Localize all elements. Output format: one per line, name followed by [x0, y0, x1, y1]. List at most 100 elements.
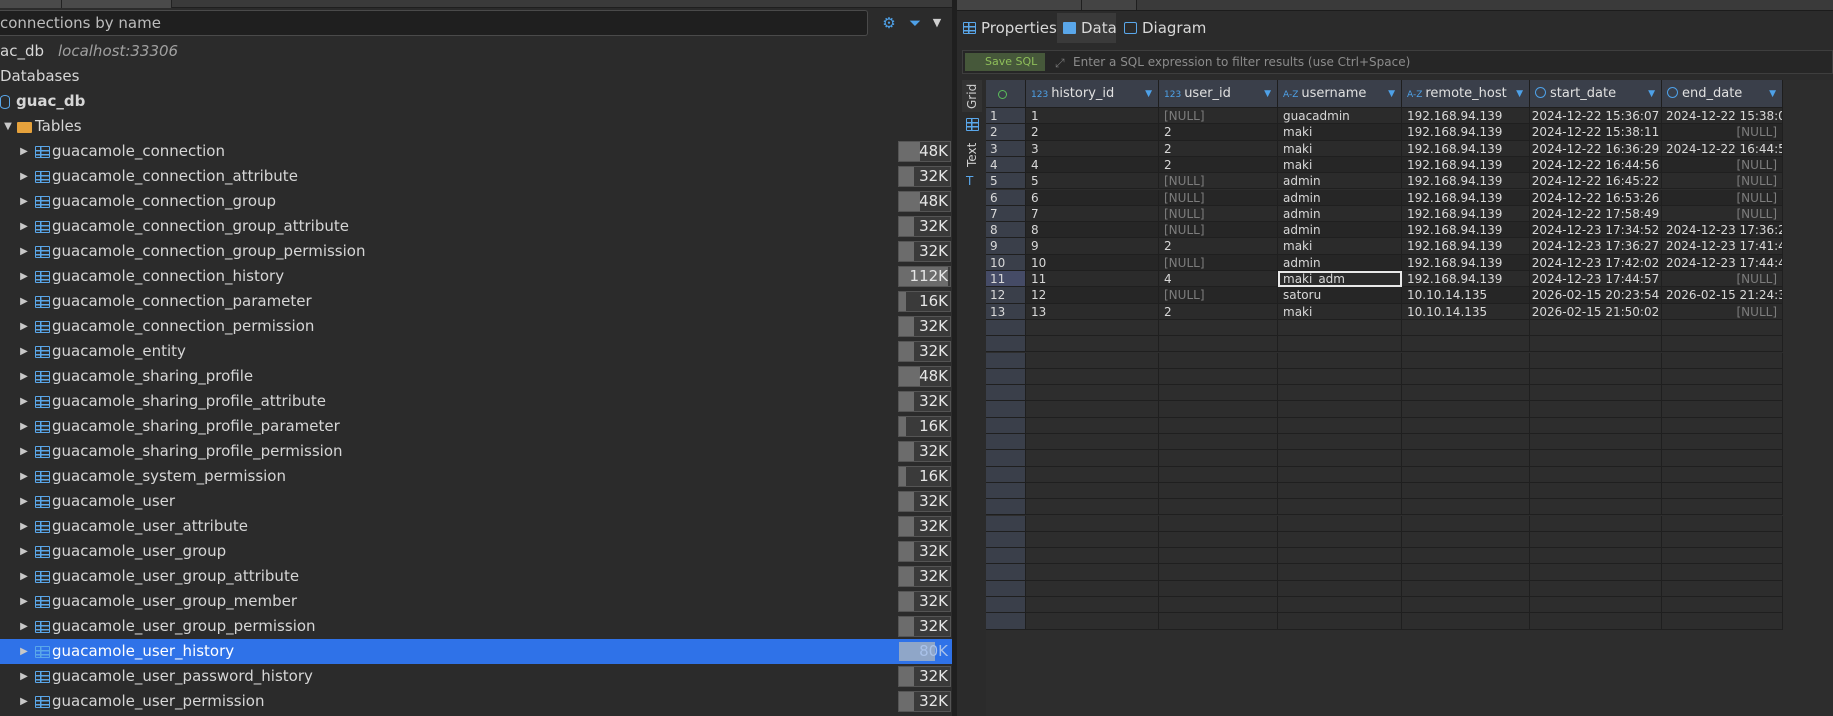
- row-number[interactable]: 9: [986, 238, 1026, 255]
- grid-cell-remote-host[interactable]: 10.10.14.135: [1402, 287, 1530, 304]
- table-row[interactable]: 11 11 4 maki_adm 192.168.94.139 2024-12-23 17…: [986, 271, 1833, 288]
- row-number[interactable]: 3: [986, 140, 1026, 157]
- grid-cell-remote-host[interactable]: 192.168.94.139: [1402, 140, 1530, 157]
- editor-tab[interactable]: [1082, 0, 1137, 10]
- expand-arrow-icon[interactable]: ▶: [18, 439, 30, 464]
- projects-tab[interactable]: [62, 0, 172, 8]
- expand-arrow-icon[interactable]: ▶: [18, 464, 30, 489]
- table-node[interactable]: ▶ guacamole_sharing_profile_parameter 16K: [0, 414, 952, 439]
- navigator-tab[interactable]: [0, 0, 62, 8]
- column-header-history-id[interactable]: 123 history_id ▼: [1026, 80, 1159, 108]
- table-row[interactable]: 2 2 2 maki 192.168.94.139 2024-12-22 15:38:11…: [986, 124, 1833, 141]
- grid-cell-remote-host[interactable]: 192.168.94.139: [1402, 189, 1530, 206]
- grid-cell-start-date[interactable]: 2024-12-22 16:45:22: [1530, 173, 1662, 190]
- tab-diagram[interactable]: Diagram: [1118, 13, 1208, 43]
- grid-cell-end-date[interactable]: [NULL]: [1662, 156, 1783, 174]
- grid-cell-start-date[interactable]: 2024-12-22 16:36:29: [1530, 140, 1662, 157]
- grid-cell-history-id[interactable]: 2: [1026, 124, 1159, 141]
- table-row[interactable]: 6 6 [NULL] admin 192.168.94.139 2024-12-22 16…: [986, 189, 1833, 206]
- grid-cell-username[interactable]: admin: [1278, 189, 1402, 206]
- grid-cell-remote-host[interactable]: 192.168.94.139: [1402, 254, 1530, 271]
- grid-cell-start-date[interactable]: 2024-12-22 16:44:56: [1530, 156, 1662, 174]
- grid-cell-start-date[interactable]: 2024-12-22 16:53:26: [1530, 189, 1662, 206]
- grid-cell-remote-host[interactable]: 192.168.94.139: [1402, 222, 1530, 239]
- grid-cell-username[interactable]: maki: [1278, 156, 1402, 174]
- expand-arrow-icon[interactable]: ▶: [18, 639, 30, 664]
- editor-tab[interactable]: [957, 0, 1082, 10]
- grid-cell-end-date[interactable]: [NULL]: [1662, 271, 1783, 288]
- grid-cell-end-date[interactable]: 2026-02-15 21:24:32: [1662, 287, 1783, 304]
- grid-cell-user-id[interactable]: [NULL]: [1159, 287, 1278, 304]
- table-node[interactable]: ▶ guacamole_system_permission 16K: [0, 464, 952, 489]
- grid-cell-username[interactable]: maki: [1278, 303, 1402, 320]
- table-node[interactable]: ▶ guacamole_user_group_member 32K: [0, 589, 952, 614]
- grid-cell-end-date[interactable]: 2024-12-22 15:38:07: [1662, 108, 1783, 125]
- collapse-arrow-icon[interactable]: ▼: [2, 114, 14, 139]
- tab-data[interactable]: Data: [1057, 13, 1117, 43]
- grid-cell-history-id[interactable]: 5: [1026, 173, 1159, 190]
- grid-cell-start-date[interactable]: 2026-02-15 21:50:02: [1530, 303, 1662, 320]
- row-number[interactable]: 1: [986, 108, 1026, 125]
- grid-cell-history-id[interactable]: 3: [1026, 140, 1159, 157]
- grid-cell-remote-host[interactable]: 10.10.14.135: [1402, 303, 1530, 320]
- row-number[interactable]: 2: [986, 124, 1026, 141]
- grid-cell-username[interactable]: guacadmin: [1278, 108, 1402, 125]
- row-number[interactable]: 10: [986, 254, 1026, 271]
- grid-cell-username[interactable]: admin: [1278, 254, 1402, 271]
- sort-dropdown-icon[interactable]: ▼: [1264, 80, 1271, 107]
- grid-cell-user-id[interactable]: [NULL]: [1159, 205, 1278, 223]
- grid-cell-user-id[interactable]: [NULL]: [1159, 108, 1278, 125]
- table-row[interactable]: 10 10 [NULL] admin 192.168.94.139 2024-12-23 …: [986, 254, 1833, 271]
- expand-arrow-icon[interactable]: ▶: [18, 214, 30, 239]
- row-number[interactable]: 4: [986, 156, 1026, 174]
- table-node[interactable]: ▶ guacamole_user_password_history 32K: [0, 664, 952, 689]
- grid-cell-end-date[interactable]: 2024-12-23 17:41:49: [1662, 238, 1783, 255]
- grid-cell-user-id[interactable]: 2: [1159, 303, 1278, 320]
- grid-cell-user-id[interactable]: 2: [1159, 140, 1278, 157]
- row-number[interactable]: 13: [986, 303, 1026, 320]
- row-number[interactable]: 7: [986, 205, 1026, 223]
- table-node[interactable]: ▶ guacamole_connection 48K: [0, 139, 952, 164]
- grid-cell-start-date[interactable]: 2024-12-22 15:36:07: [1530, 108, 1662, 125]
- expand-arrow-icon[interactable]: ▶: [18, 664, 30, 689]
- database-node[interactable]: guac_db: [0, 89, 952, 114]
- grid-cell-user-id[interactable]: [NULL]: [1159, 173, 1278, 190]
- table-node[interactable]: ▶ guacamole_user_group_permission 32K: [0, 614, 952, 639]
- grid-cell-user-id[interactable]: [NULL]: [1159, 254, 1278, 271]
- expand-arrow-icon[interactable]: ▶: [18, 364, 30, 389]
- table-node[interactable]: ▶ guacamole_entity 32K: [0, 339, 952, 364]
- table-row[interactable]: 9 9 2 maki 192.168.94.139 2024-12-23 17:36:27…: [986, 238, 1833, 255]
- table-row[interactable]: 5 5 [NULL] admin 192.168.94.139 2024-12-22 16…: [986, 173, 1833, 190]
- sort-dropdown-icon[interactable]: ▼: [1388, 80, 1395, 107]
- column-header-remote-host[interactable]: A-Z remote_host ▼: [1402, 80, 1530, 108]
- grid-cell-history-id[interactable]: 4: [1026, 156, 1159, 174]
- grid-cell-username[interactable]: maki: [1278, 124, 1402, 141]
- grid-cell-start-date[interactable]: 2024-12-22 15:38:11: [1530, 124, 1662, 141]
- grid-cell-user-id[interactable]: [NULL]: [1159, 222, 1278, 239]
- sql-filter-input[interactable]: [1073, 53, 1813, 71]
- grid-cell-remote-host[interactable]: 192.168.94.139: [1402, 156, 1530, 174]
- grid-cell-history-id[interactable]: 10: [1026, 254, 1159, 271]
- grid-cell-end-date[interactable]: [NULL]: [1662, 124, 1783, 141]
- table-node[interactable]: ▶ guacamole_user_attribute 32K: [0, 514, 952, 539]
- tab-grid[interactable]: Grid: [962, 80, 982, 112]
- grid-cell-remote-host[interactable]: 192.168.94.139: [1402, 108, 1530, 125]
- tables-folder-node[interactable]: ▼ Tables: [0, 114, 952, 139]
- column-header-user-id[interactable]: 123 user_id ▼: [1159, 80, 1278, 108]
- expand-arrow-icon[interactable]: ▶: [18, 614, 30, 639]
- table-row[interactable]: 7 7 [NULL] admin 192.168.94.139 2024-12-22 17…: [986, 205, 1833, 223]
- filter-settings-icon[interactable]: ⏷: [904, 13, 926, 33]
- grid-cell-history-id[interactable]: 1: [1026, 108, 1159, 125]
- grid-cell-end-date[interactable]: 2024-12-22 16:44:55: [1662, 140, 1783, 157]
- grid-cell-remote-host[interactable]: 192.168.94.139: [1402, 205, 1530, 223]
- table-node[interactable]: ▶ guacamole_sharing_profile 48K: [0, 364, 952, 389]
- grid-cell-user-id[interactable]: 2: [1159, 124, 1278, 141]
- expand-filter-icon[interactable]: ⤢: [1055, 56, 1065, 71]
- grid-cell-start-date[interactable]: 2024-12-22 17:58:49: [1530, 205, 1662, 223]
- grid-cell-end-date[interactable]: [NULL]: [1662, 205, 1783, 223]
- sort-dropdown-icon[interactable]: ▼: [1769, 80, 1776, 107]
- table-node[interactable]: ▶ guacamole_sharing_profile_attribute 32K: [0, 389, 952, 414]
- connection-node[interactable]: ac_db localhost:33306: [0, 42, 178, 62]
- table-node[interactable]: ▶ guacamole_user 32K: [0, 489, 952, 514]
- grid-cell-history-id[interactable]: 6: [1026, 189, 1159, 206]
